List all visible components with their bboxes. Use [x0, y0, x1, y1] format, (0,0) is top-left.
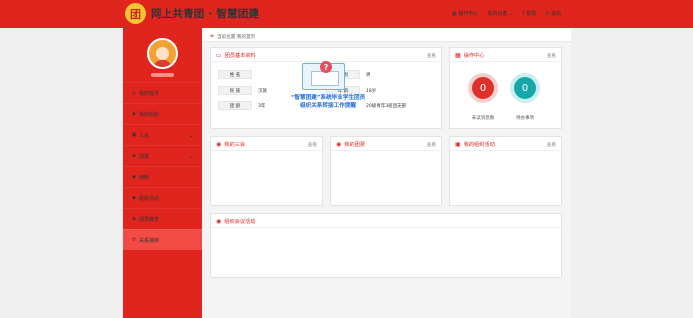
- divider: [331, 150, 441, 151]
- chevron-down-icon: ⌄: [188, 153, 194, 160]
- activity-icon: ◆: [132, 195, 136, 201]
- ethnicity-label: 民 族: [218, 86, 252, 95]
- my-activities-more-link[interactable]: 查看: [547, 142, 556, 148]
- unread-messages-count[interactable]: 0: [468, 73, 498, 103]
- people-icon: ♟: [131, 111, 137, 117]
- home-icon: ⌂: [132, 90, 136, 96]
- top-navigation: ▦ 操作中心 系统设置 ⌄ ? 帮助 ⏻ 退出: [452, 10, 561, 17]
- my-activities-card: ▣ 我的组织活动 查看: [449, 136, 562, 206]
- youth-league-logo-icon: 团: [125, 3, 146, 24]
- top-header: [0, 0, 693, 28]
- sidebar-item-activities[interactable]: ◆ 组织活动: [123, 187, 202, 208]
- sidebar-item-two-systems[interactable]: ◉ 两制: [123, 166, 202, 187]
- activity-icon: ▣: [455, 141, 461, 148]
- id-card-icon: ▭: [216, 52, 222, 59]
- location-pin-icon: ⌖: [210, 32, 214, 40]
- sidebar-item-organization[interactable]: ♟ 我的组织: [123, 103, 202, 124]
- sidebar-item-meetings[interactable]: ▣ 三会 ⌄: [123, 124, 202, 145]
- name-label: 姓 名: [218, 70, 252, 79]
- logout-link[interactable]: ⏻ 退出: [545, 10, 561, 17]
- sidebar-item-fees[interactable]: ▰ 团费 ⌄: [123, 145, 202, 166]
- operation-center-link[interactable]: ▦ 操作中心: [452, 10, 478, 17]
- my-meetings-title: ◉ 我的三会: [216, 141, 246, 148]
- my-fees-card: ◉ 我的团费 查看: [330, 136, 442, 206]
- todo-items-label: 待办事项: [516, 116, 534, 121]
- sidebar-item-transfer[interactable]: ⟳ 关系接转: [123, 229, 202, 250]
- my-meetings-more-link[interactable]: 查看: [308, 142, 317, 148]
- transfer-icon: ⟳: [131, 237, 137, 243]
- help-link[interactable]: ? 帮助: [522, 10, 536, 17]
- operation-center-more-link[interactable]: 查看: [547, 53, 556, 59]
- league-age-label: 团 龄: [218, 101, 252, 110]
- record-icon: ◉: [131, 174, 137, 180]
- user-avatar-icon: [147, 38, 178, 69]
- meeting-icon: ▣: [131, 132, 137, 138]
- user-name-masked: [151, 73, 174, 77]
- sidebar-item-education[interactable]: ◈ 团员教育: [123, 208, 202, 229]
- divider: [450, 61, 561, 62]
- breadcrumb-bar: [202, 28, 571, 42]
- organization-meetings-title: ◉ 组织会议活动: [216, 218, 256, 225]
- brand: 团 网上共青团 · 智慧团建: [125, 3, 259, 24]
- system-settings-menu[interactable]: 系统设置 ⌄: [487, 10, 513, 17]
- ethnicity-value: 汉族: [258, 89, 267, 94]
- divider: [211, 150, 322, 151]
- chevron-down-icon: ⌄: [188, 132, 194, 139]
- my-fees-more-link[interactable]: 查看: [427, 142, 436, 148]
- organization-meetings-card: ◉ 组织会议活动: [210, 213, 562, 278]
- my-fees-title: ◉ 我的团费: [336, 141, 366, 148]
- league-age-value: 3年: [258, 104, 266, 109]
- basic-info-title: ▭ 团员基本资料: [216, 52, 256, 59]
- education-icon: ◈: [132, 216, 136, 222]
- breadcrumb: ⌖ 当前位置:我的首页: [210, 32, 256, 40]
- todo-items-count[interactable]: 0: [510, 73, 540, 103]
- divider: [211, 227, 561, 228]
- organization-activity-icon: ◉: [216, 218, 222, 225]
- gender-value: 男: [366, 73, 371, 78]
- notice-popup-caption[interactable]: “智慧团建”系统毕业学生团员 组织关系转接工作提醒: [270, 94, 386, 110]
- basic-info-more-link[interactable]: 查看: [427, 53, 436, 59]
- brand-title: 网上共青团 · 智慧团建: [151, 8, 260, 20]
- divider: [450, 150, 561, 151]
- fee-icon: ◉: [336, 141, 342, 148]
- folder-icon: ▰: [132, 153, 136, 159]
- meeting-icon: ◉: [216, 141, 222, 148]
- question-mark-icon: ?: [320, 61, 332, 73]
- operation-icon: ▦: [455, 52, 461, 59]
- my-activities-title: ▣ 我的组织活动: [455, 141, 495, 148]
- my-meetings-card: ◉ 我的三会 查看: [210, 136, 323, 206]
- operation-center-title: ▦ 操作中心: [455, 52, 485, 59]
- unread-messages-label: 未读消息数: [471, 116, 495, 121]
- sidebar-item-home[interactable]: ⌂ 我的首页: [123, 82, 202, 103]
